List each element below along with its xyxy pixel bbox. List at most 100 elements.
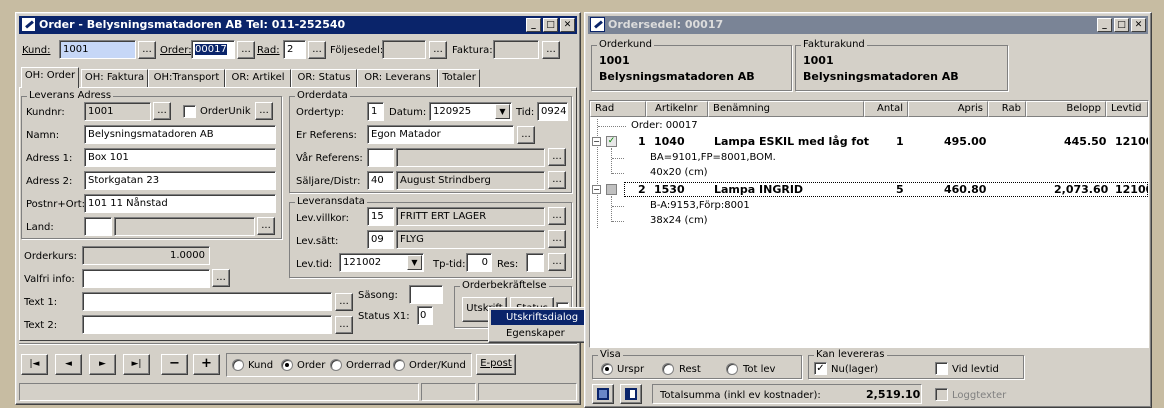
- collapse-icon[interactable]: −: [592, 137, 601, 146]
- column-rab[interactable]: Rab: [988, 101, 1026, 117]
- order-window-titlebar[interactable]: Order - Belysningsmatadoren AB Tel: 011-…: [19, 16, 577, 34]
- tab-oh-faktura[interactable]: OH: Faktura: [81, 69, 148, 87]
- rad-input[interactable]: 2: [283, 40, 306, 59]
- tab-or-status[interactable]: OR: Status: [291, 69, 357, 87]
- saljare-code-input[interactable]: 40: [367, 171, 394, 190]
- varref-name-input[interactable]: [396, 148, 545, 167]
- menu-item-egenskaper[interactable]: Egenskaper: [491, 326, 596, 341]
- radio-order[interactable]: [281, 359, 293, 371]
- levvillkor-code-input[interactable]: 15: [367, 207, 394, 226]
- tptid-input[interactable]: 0: [466, 253, 492, 272]
- land-lookup-button[interactable]: ...: [257, 217, 275, 235]
- faktura-input[interactable]: [493, 40, 539, 59]
- maximize-button[interactable]: □: [543, 18, 558, 32]
- adress2-input[interactable]: Storkgatan 23: [84, 171, 276, 190]
- orderunik-lookup-button[interactable]: ...: [255, 102, 273, 120]
- levsatt-lookup-button[interactable]: ...: [548, 230, 566, 248]
- column-belopp[interactable]: Belopp: [1026, 101, 1106, 117]
- epost-button[interactable]: E-post: [476, 354, 516, 375]
- foljesedel-input[interactable]: [382, 40, 426, 59]
- radio-tot-lev[interactable]: [726, 363, 738, 375]
- erref-input[interactable]: Egon Matador: [367, 125, 514, 144]
- first-record-button[interactable]: |◄: [21, 354, 48, 375]
- next-record-button[interactable]: ►: [89, 354, 116, 375]
- levsatt-name-input[interactable]: FLYG: [396, 230, 545, 249]
- radio-kund[interactable]: [232, 359, 244, 371]
- order-input[interactable]: 00017: [191, 40, 235, 59]
- chevron-down-icon[interactable]: ▼: [407, 255, 422, 270]
- levvillkor-name-input[interactable]: FRITT ERT LAGER: [396, 207, 545, 226]
- menu-item-utskriftsdialog[interactable]: Utskriftsdialog: [491, 310, 596, 325]
- varref-code-input[interactable]: [367, 148, 394, 167]
- erref-lookup-button[interactable]: ...: [517, 126, 535, 144]
- text2-input[interactable]: [82, 315, 332, 334]
- text1-lookup-button[interactable]: ...: [335, 293, 353, 311]
- kund-input[interactable]: 1001: [59, 40, 136, 59]
- orderkurs-input[interactable]: 1.0000: [82, 246, 210, 265]
- ordersedel-window-titlebar[interactable]: Ordersedel: 00017 _ □ ✕: [588, 16, 1148, 34]
- loggtexter-checkbox[interactable]: [935, 388, 948, 401]
- column-apris[interactable]: Apris: [908, 101, 988, 117]
- tab-oh-transport[interactable]: OH:Transport: [148, 69, 225, 87]
- close-button[interactable]: ✕: [1131, 18, 1146, 32]
- res-input[interactable]: [526, 253, 544, 272]
- text2-lookup-button[interactable]: ...: [335, 316, 353, 334]
- orderunik-checkbox[interactable]: [183, 105, 196, 118]
- column-antal[interactable]: Antal: [864, 101, 908, 117]
- levvillkor-lookup-button[interactable]: ...: [548, 207, 566, 225]
- tab-or-leverans[interactable]: OR: Leverans: [357, 69, 438, 87]
- levtid-select[interactable]: 121002 ▼: [339, 253, 424, 272]
- radio-rest[interactable]: [662, 363, 674, 375]
- column-benamning[interactable]: Benämning: [708, 101, 864, 117]
- column-levtid[interactable]: Levtid: [1106, 101, 1148, 117]
- tab-totaler[interactable]: Totaler: [438, 69, 480, 87]
- prev-record-button[interactable]: ◄: [55, 354, 82, 375]
- valfri-input[interactable]: [82, 269, 210, 288]
- varref-lookup-button[interactable]: ...: [548, 148, 566, 166]
- row-checked-icon[interactable]: ✓: [606, 136, 617, 147]
- foljesedel-lookup-button[interactable]: ...: [429, 41, 447, 59]
- tab-or-artikel[interactable]: OR: Artikel: [225, 69, 291, 87]
- land-code-input[interactable]: [84, 217, 112, 236]
- postnr-input[interactable]: 101 11 Nånstad: [84, 194, 276, 213]
- row-status-icon[interactable]: [606, 184, 617, 195]
- close-button[interactable]: ✕: [560, 18, 575, 32]
- kundnr-input[interactable]: 1001: [84, 102, 151, 121]
- minimize-button[interactable]: _: [526, 18, 541, 32]
- collapse-icon[interactable]: −: [592, 185, 601, 194]
- minimize-button[interactable]: _: [1097, 18, 1112, 32]
- kund-lookup-button[interactable]: ...: [138, 41, 156, 59]
- rad-lookup-button[interactable]: ...: [308, 41, 326, 59]
- text1-input[interactable]: [82, 292, 332, 311]
- levsatt-code-input[interactable]: 09: [367, 230, 394, 249]
- maximize-button[interactable]: □: [1114, 18, 1129, 32]
- valfri-lookup-button[interactable]: ...: [212, 269, 230, 287]
- sasong-input[interactable]: [409, 285, 443, 304]
- faktura-lookup-button[interactable]: ...: [542, 41, 560, 59]
- radio-orderrad[interactable]: [330, 359, 342, 371]
- nulager-checkbox[interactable]: ✓: [814, 362, 827, 375]
- kundnr-lookup-button[interactable]: ...: [153, 102, 171, 120]
- last-record-button[interactable]: ►|: [123, 354, 150, 375]
- column-artikelnr[interactable]: Artikelnr: [646, 101, 708, 117]
- namn-input[interactable]: Belysningsmatadoren AB: [84, 125, 276, 144]
- status-x1-input[interactable]: 0: [417, 306, 433, 325]
- layout-split-button[interactable]: [620, 384, 642, 404]
- radio-order-kund[interactable]: [393, 359, 405, 371]
- datum-select[interactable]: 120925 ▼: [429, 102, 512, 121]
- add-button[interactable]: +: [193, 354, 220, 375]
- order-lookup-button[interactable]: ...: [237, 41, 255, 59]
- land-name-input[interactable]: [114, 217, 255, 236]
- tid-input[interactable]: 0924: [537, 102, 568, 121]
- res-lookup-button[interactable]: ...: [548, 253, 566, 271]
- chevron-down-icon[interactable]: ▼: [495, 104, 510, 119]
- ordertyp-input[interactable]: 1: [367, 102, 384, 121]
- column-rad[interactable]: Rad: [590, 101, 646, 117]
- adress1-input[interactable]: Box 101: [84, 148, 276, 167]
- radio-urspr[interactable]: [601, 363, 613, 375]
- delete-button[interactable]: −: [161, 354, 188, 375]
- saljare-lookup-button[interactable]: ...: [548, 171, 566, 189]
- tab-oh-order[interactable]: OH: Order: [21, 67, 79, 88]
- vidlevtid-checkbox[interactable]: [935, 362, 948, 375]
- layout-single-button[interactable]: [592, 384, 614, 404]
